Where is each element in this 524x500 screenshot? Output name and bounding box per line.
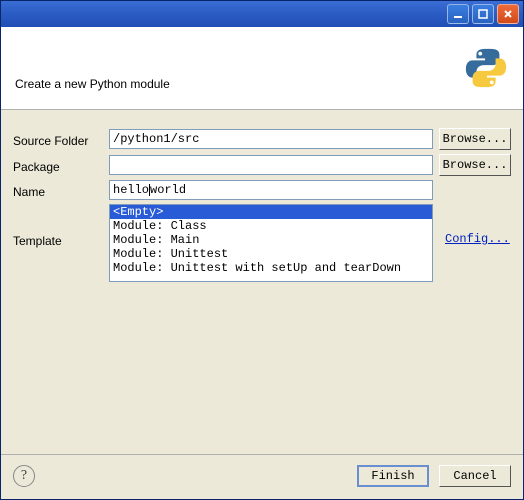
dialog-window: Create a new Python module Source Folder… xyxy=(0,0,524,500)
minimize-icon xyxy=(453,9,463,19)
dialog-banner: Create a new Python module xyxy=(1,27,523,110)
close-button[interactable] xyxy=(497,4,519,24)
template-item[interactable]: Module: Class xyxy=(110,219,432,233)
template-item[interactable]: Module: Unittest with setUp and tearDown xyxy=(110,261,432,275)
close-icon xyxy=(503,9,513,19)
template-item[interactable]: Module: Unittest xyxy=(110,247,432,261)
name-value-post: world xyxy=(150,183,186,197)
titlebar xyxy=(1,1,523,27)
package-label: Package xyxy=(13,157,109,174)
dialog-button-bar: ? Finish Cancel xyxy=(1,454,523,499)
name-label: Name xyxy=(13,182,109,199)
finish-button[interactable]: Finish xyxy=(357,465,429,487)
maximize-button[interactable] xyxy=(472,4,494,24)
help-button[interactable]: ? xyxy=(13,465,35,487)
name-value-pre: hello xyxy=(113,183,149,197)
dialog-content: Source Folder Browse... Package Browse..… xyxy=(1,110,523,454)
browse-source-folder-button[interactable]: Browse... xyxy=(439,128,511,150)
source-folder-label: Source Folder xyxy=(13,131,109,148)
banner-text: Create a new Python module xyxy=(15,77,170,91)
source-folder-input[interactable] xyxy=(109,129,433,149)
cancel-button[interactable]: Cancel xyxy=(439,465,511,487)
package-input[interactable] xyxy=(109,155,433,175)
name-input[interactable]: helloworld xyxy=(109,180,433,200)
template-item[interactable]: Module: Main xyxy=(110,233,432,247)
template-label: Template xyxy=(13,204,109,248)
template-list[interactable]: <Empty>Module: ClassModule: MainModule: … xyxy=(109,204,433,282)
python-logo-icon xyxy=(463,45,509,91)
browse-package-button[interactable]: Browse... xyxy=(439,154,511,176)
template-item[interactable]: <Empty> xyxy=(110,205,432,219)
maximize-icon xyxy=(478,9,488,19)
minimize-button[interactable] xyxy=(447,4,469,24)
config-link[interactable]: Config... xyxy=(439,232,510,246)
